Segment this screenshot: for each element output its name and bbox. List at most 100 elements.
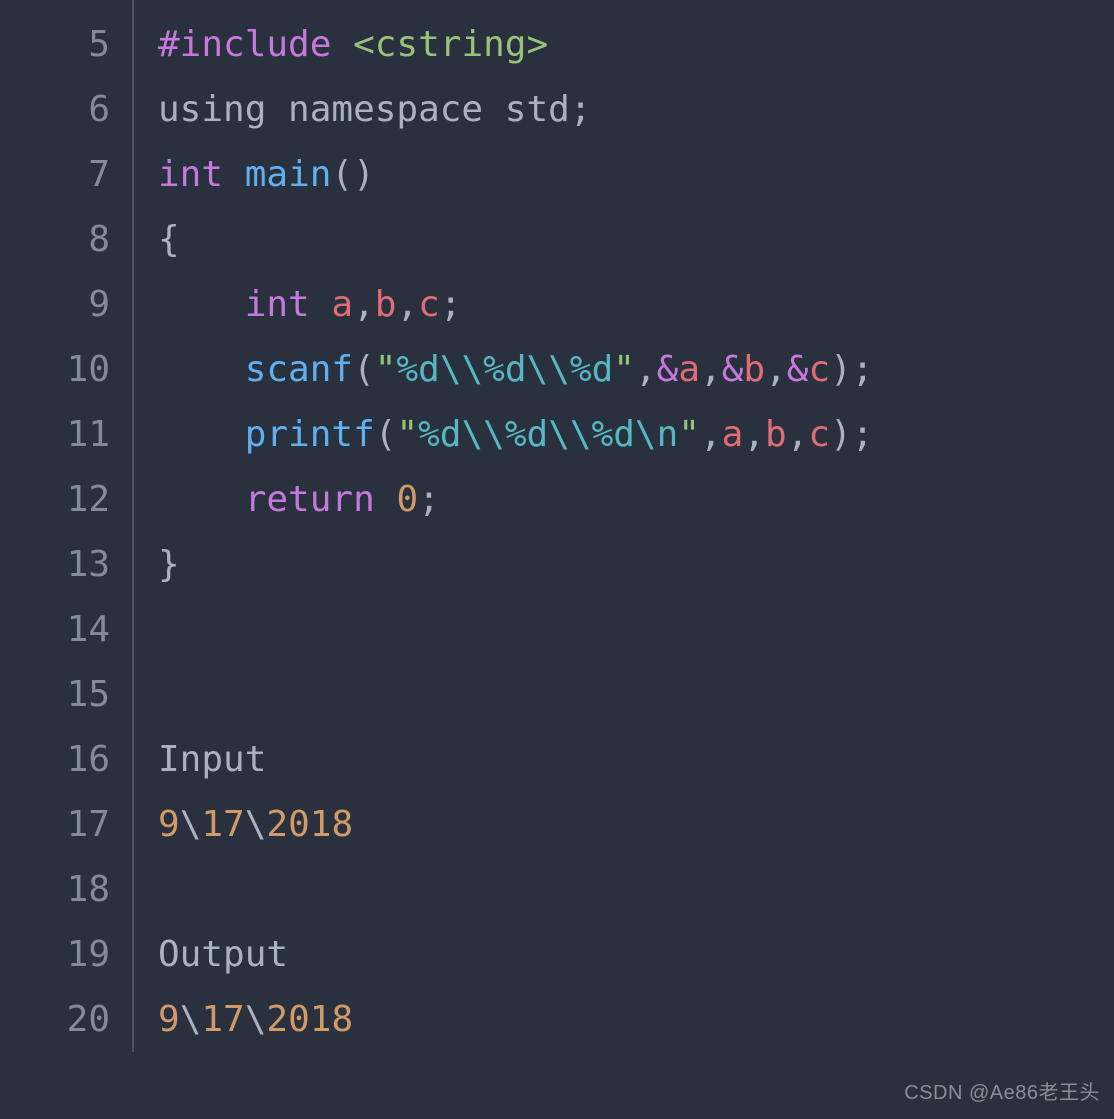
token: \ [180, 804, 202, 845]
code-line[interactable]: 4#include <cstdlib> [0, 0, 1114, 12]
token: int [245, 284, 310, 325]
token: \ [245, 999, 267, 1040]
code-content[interactable]: 9\17\2018 [134, 987, 353, 1052]
token: 17 [201, 999, 244, 1040]
line-number: 17 [0, 792, 132, 857]
token: , [700, 349, 722, 390]
code-content[interactable]: #include <cstring> [134, 12, 548, 77]
token: () [331, 154, 374, 195]
token: main [245, 154, 332, 195]
code-content[interactable]: } [134, 532, 180, 597]
code-content[interactable]: scanf("%d\\%d\\%d",&a,&b,&c); [134, 337, 873, 402]
code-lines-container: 4#include <cstdlib>5#include <cstring>6u… [0, 0, 1114, 1052]
code-line[interactable]: 8{ [0, 207, 1114, 272]
code-content[interactable]: 9\17\2018 [134, 792, 353, 857]
line-number: 19 [0, 922, 132, 987]
code-line[interactable]: 13} [0, 532, 1114, 597]
token: ); [830, 349, 873, 390]
line-number: 5 [0, 12, 132, 77]
code-line[interactable]: 179\17\2018 [0, 792, 1114, 857]
token: b [375, 284, 397, 325]
code-content[interactable]: printf("%d\\%d\\%d\n",a,b,c); [134, 402, 873, 467]
token: a [722, 414, 744, 455]
code-line[interactable]: 11 printf("%d\\%d\\%d\n",a,b,c); [0, 402, 1114, 467]
token: , [396, 284, 418, 325]
token: return [245, 479, 375, 520]
token: %d [570, 349, 613, 390]
gutter-separator [132, 0, 134, 12]
token: " [613, 349, 635, 390]
token: Output [158, 934, 288, 975]
token: " [375, 349, 397, 390]
code-editor[interactable]: 4#include <cstdlib>5#include <cstring>6u… [0, 0, 1114, 1119]
code-content[interactable]: using namespace std; [134, 77, 591, 142]
token: & [722, 349, 744, 390]
token: %d [396, 349, 439, 390]
token: %d [592, 414, 635, 455]
token [223, 154, 245, 195]
token: 9 [158, 804, 180, 845]
token: \\ [461, 414, 504, 455]
token [158, 284, 245, 325]
token: " [678, 414, 700, 455]
code-content[interactable]: int main() [134, 142, 375, 207]
line-number: 18 [0, 857, 132, 922]
token: \ [245, 804, 267, 845]
code-line[interactable]: 18 [0, 857, 1114, 922]
token: , [787, 414, 809, 455]
watermark: CSDN @Ae86老王头 [904, 1076, 1100, 1105]
line-number: 12 [0, 467, 132, 532]
token: ; [440, 284, 462, 325]
token: , [353, 284, 375, 325]
token [158, 349, 245, 390]
gutter-separator [132, 597, 134, 662]
token: int [158, 154, 223, 195]
code-line[interactable]: 16Input [0, 727, 1114, 792]
code-content[interactable]: Input [134, 727, 266, 792]
token: ( [375, 414, 397, 455]
code-line[interactable]: 5#include <cstring> [0, 12, 1114, 77]
code-line[interactable]: 9 int a,b,c; [0, 272, 1114, 337]
token [158, 479, 245, 520]
token: \ [180, 999, 202, 1040]
gutter-separator [132, 662, 134, 727]
token: { [158, 219, 180, 260]
line-number: 10 [0, 337, 132, 402]
gutter-separator [132, 857, 134, 922]
token: } [158, 544, 180, 585]
line-number: 20 [0, 987, 132, 1052]
token: b [765, 414, 787, 455]
code-content[interactable]: int a,b,c; [134, 272, 462, 337]
token [375, 479, 397, 520]
code-line[interactable]: 6using namespace std; [0, 77, 1114, 142]
line-number: 14 [0, 597, 132, 662]
token: a [678, 349, 700, 390]
token: \\ [548, 414, 591, 455]
token: \n [635, 414, 678, 455]
code-line[interactable]: 7int main() [0, 142, 1114, 207]
token: %d [483, 349, 526, 390]
token: \\ [527, 349, 570, 390]
token: scanf [245, 349, 353, 390]
token: <cstring> [353, 24, 548, 65]
code-line[interactable]: 12 return 0; [0, 467, 1114, 532]
code-line[interactable]: 15 [0, 662, 1114, 727]
token: , [700, 414, 722, 455]
code-line[interactable]: 19 Output [0, 922, 1114, 987]
line-number: 16 [0, 727, 132, 792]
token: , [743, 414, 765, 455]
token: ( [353, 349, 375, 390]
code-content[interactable]: { [134, 207, 180, 272]
code-line[interactable]: 10 scanf("%d\\%d\\%d",&a,&b,&c); [0, 337, 1114, 402]
token: %d [418, 414, 461, 455]
code-line[interactable]: 209\17\2018 [0, 987, 1114, 1052]
token: , [635, 349, 657, 390]
token: c [418, 284, 440, 325]
code-content[interactable]: Output [134, 922, 288, 987]
token: ; [418, 479, 440, 520]
token [158, 414, 245, 455]
code-line[interactable]: 14 [0, 597, 1114, 662]
token: 2018 [266, 999, 353, 1040]
token: & [787, 349, 809, 390]
code-content[interactable]: return 0; [134, 467, 440, 532]
